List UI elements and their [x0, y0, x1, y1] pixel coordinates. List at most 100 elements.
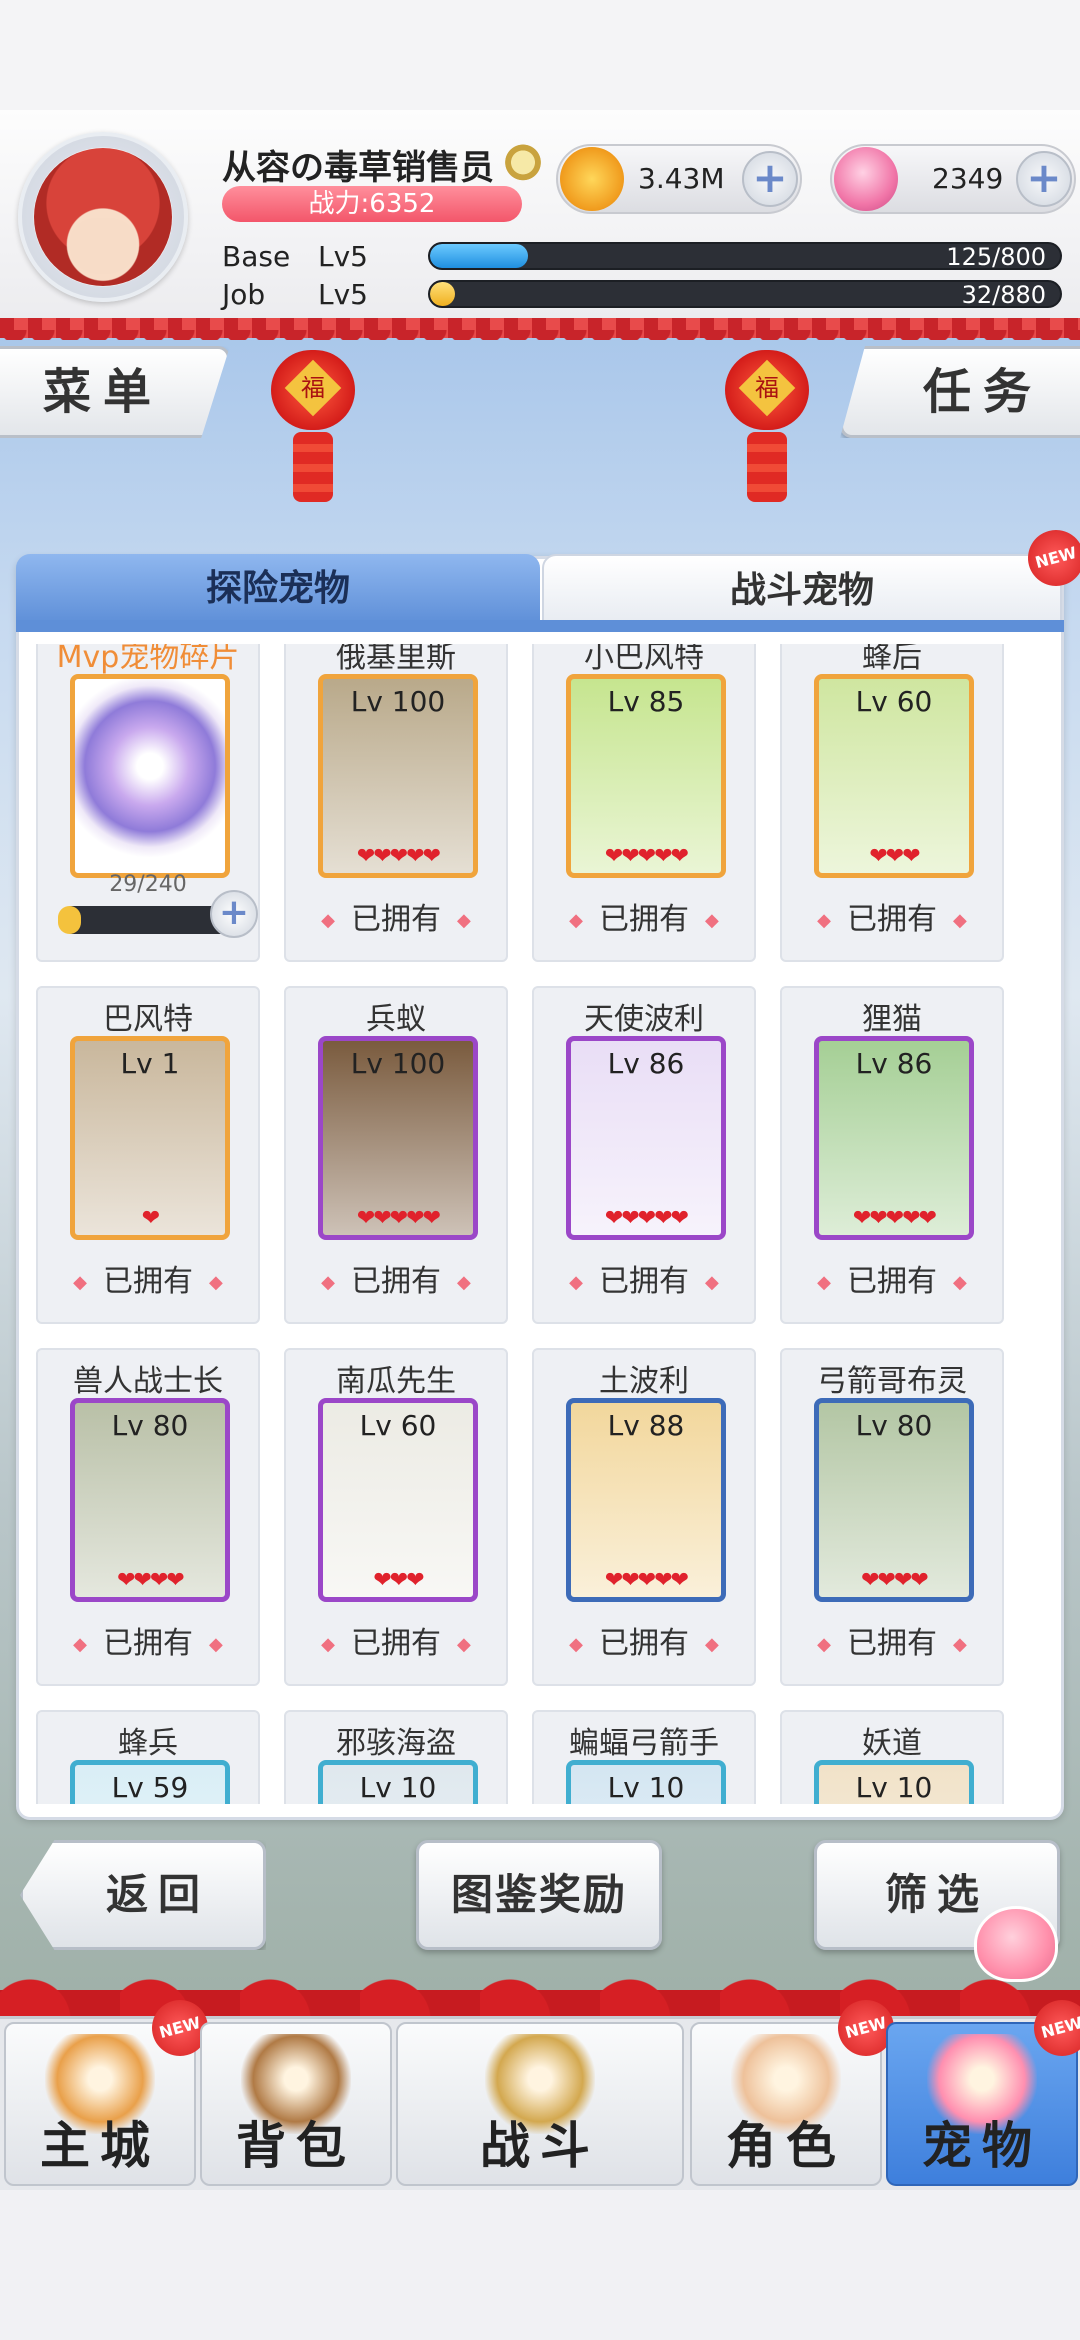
mvp-progress-fill: [58, 906, 81, 934]
pet-card[interactable]: 弓箭哥布灵 Lv 80 ❤❤❤❤ 已拥有: [780, 1348, 1004, 1686]
pet-card[interactable]: 妖道 Lv 10: [780, 1710, 1004, 1804]
pet-name: 蜂后: [862, 644, 922, 675]
pet-hearts: ❤❤❤❤❤: [604, 844, 689, 869]
pet-portrait: Lv 10: [318, 1760, 478, 1804]
nav-label: 宠物: [922, 2117, 1042, 2175]
pet-owned-status: 已拥有: [782, 894, 1002, 938]
pet-owned-status: 已拥有: [286, 894, 506, 938]
gem-currency: 2349 +: [830, 144, 1076, 214]
pet-name: 兵蚁: [366, 1002, 426, 1037]
pet-hearts: ❤❤❤❤: [117, 1568, 185, 1593]
gold-coin-icon: [560, 147, 624, 211]
collection-reward-button[interactable]: 图鉴奖励: [416, 1840, 662, 1950]
pet-owned-status: 已拥有: [782, 1618, 1002, 1662]
pet-card[interactable]: 狸猫 Lv 86 ❤❤❤❤❤ 已拥有: [780, 986, 1004, 1324]
pet-card[interactable]: 俄基里斯 Lv 100 ❤❤❤❤❤ 已拥有: [284, 644, 508, 962]
pet-portrait: Lv 10: [566, 1760, 726, 1804]
pet-hearts: ❤❤❤❤❤: [356, 1206, 441, 1231]
base-exp-fill: [430, 244, 529, 268]
lantern-left: 福: [263, 340, 363, 510]
mvp-card-title: Mvp宠物碎片: [56, 644, 240, 675]
footer-area: [0, 2190, 1080, 2340]
nav-label: 战斗: [480, 2117, 600, 2175]
pet-level: Lv 10: [855, 1771, 933, 1804]
pet-level: Lv 100: [350, 685, 446, 718]
rank-badge-icon: [494, 136, 552, 184]
pet-name: 天使波利: [584, 1002, 704, 1037]
pet-portrait: Lv 80 ❤❤❤❤: [814, 1398, 974, 1602]
nav-label: 背包: [236, 2117, 356, 2175]
base-exp-bar: 125/800: [428, 242, 1062, 270]
mvp-fragment-card[interactable]: Mvp宠物碎片 29/240 +: [36, 644, 260, 962]
nav-item-2[interactable]: 战斗: [396, 2022, 684, 2186]
pet-card[interactable]: 小巴风特 Lv 85 ❤❤❤❤❤ 已拥有: [532, 644, 756, 962]
gem-value: 2349: [932, 162, 1004, 195]
pet-level: Lv 85: [607, 685, 685, 718]
avatar[interactable]: [34, 148, 172, 286]
pet-owned-status: 已拥有: [534, 894, 754, 938]
pet-owned-status: 已拥有: [286, 1256, 506, 1300]
pet-level: Lv 86: [607, 1047, 685, 1080]
job-label: Job: [222, 278, 266, 311]
base-label: Base: [222, 240, 291, 273]
nav-label: 主城: [40, 2117, 160, 2175]
pet-card[interactable]: 兽人战士长 Lv 80 ❤❤❤❤ 已拥有: [36, 1348, 260, 1686]
pet-card[interactable]: 邪骇海盗 Lv 10: [284, 1710, 508, 1804]
pet-hearts: ❤❤❤❤❤: [356, 844, 441, 869]
pet-name: 弓箭哥布灵: [817, 1364, 967, 1399]
job-level: Lv5: [318, 278, 368, 311]
pet-card[interactable]: 天使波利 Lv 86 ❤❤❤❤❤ 已拥有: [532, 986, 756, 1324]
pet-grid-scroll[interactable]: Mvp宠物碎片 29/240 + 俄基里斯Lv 100❤❤❤❤❤已拥有小巴风特L…: [36, 644, 1044, 1804]
pet-card[interactable]: 蜂兵 Lv 59: [36, 1710, 260, 1804]
pet-hearts: ❤❤❤❤❤: [604, 1206, 689, 1231]
pet-portrait: Lv 86 ❤❤❤❤❤: [566, 1036, 726, 1240]
pet-owned-status: 已拥有: [782, 1256, 1002, 1300]
pet-owned-status: 已拥有: [38, 1618, 258, 1662]
nav-item-1[interactable]: 背包: [200, 2022, 392, 2186]
pet-card[interactable]: 土波利 Lv 88 ❤❤❤❤❤ 已拥有: [532, 1348, 756, 1686]
pet-level: Lv 60: [855, 685, 933, 718]
job-exp-text: 32/880: [961, 281, 1046, 308]
pet-portrait: Lv 1 ❤: [70, 1036, 230, 1240]
lantern-char: 福: [301, 374, 325, 402]
nav-label: 角色: [726, 2117, 846, 2175]
pet-portrait: Lv 86 ❤❤❤❤❤: [814, 1036, 974, 1240]
pet-level: Lv 1: [120, 1047, 180, 1080]
back-button[interactable]: 返回: [20, 1840, 266, 1950]
pet-name: 土波利: [599, 1364, 689, 1399]
gold-currency: 3.43M +: [556, 144, 802, 214]
job-exp-fill: [430, 282, 456, 306]
task-button[interactable]: 任务: [840, 346, 1080, 438]
pet-portrait: Lv 10: [814, 1760, 974, 1804]
add-fragment-button[interactable]: +: [210, 890, 258, 938]
pet-level: Lv 100: [350, 1047, 446, 1080]
pet-card[interactable]: 南瓜先生 Lv 60 ❤❤❤ 已拥有: [284, 1348, 508, 1686]
pet-card[interactable]: 蝙蝠弓箭手 Lv 10: [532, 1710, 756, 1804]
pet-card[interactable]: 兵蚁 Lv 100 ❤❤❤❤❤ 已拥有: [284, 986, 508, 1324]
gem-icon: [834, 147, 898, 211]
base-level: Lv5: [318, 240, 368, 273]
add-gold-button[interactable]: +: [742, 151, 798, 207]
pet-owned-status: 已拥有: [38, 1256, 258, 1300]
menu-button[interactable]: 菜单: [0, 346, 230, 438]
festive-border-scallop: [0, 330, 1080, 340]
pet-portrait: Lv 100 ❤❤❤❤❤: [318, 674, 478, 878]
pet-portrait: Lv 85 ❤❤❤❤❤: [566, 674, 726, 878]
pet-portrait: Lv 60 ❤❤❤: [814, 674, 974, 878]
job-exp-bar: 32/880: [428, 280, 1062, 308]
tab-underline: [16, 620, 1064, 632]
tab-battle-pets[interactable]: 战斗宠物: [542, 554, 1062, 624]
pet-hearts: ❤❤❤❤❤: [604, 1568, 689, 1593]
pet-card[interactable]: 蜂后 Lv 60 ❤❤❤ 已拥有: [780, 644, 1004, 962]
pet-level: Lv 10: [607, 1771, 685, 1804]
pet-level: Lv 88: [607, 1409, 685, 1442]
add-gem-button[interactable]: +: [1016, 151, 1072, 207]
pet-level: Lv 80: [855, 1409, 933, 1442]
tab-adventure-pets[interactable]: 探险宠物: [16, 554, 540, 624]
pet-level: Lv 86: [855, 1047, 933, 1080]
pet-card[interactable]: 巴风特 Lv 1 ❤ 已拥有: [36, 986, 260, 1324]
pet-name: 邪骇海盗: [336, 1726, 456, 1761]
mvp-orb-icon: [70, 674, 230, 878]
pet-name: 兽人战士长: [73, 1364, 223, 1399]
lantern-right: 福: [717, 340, 817, 510]
